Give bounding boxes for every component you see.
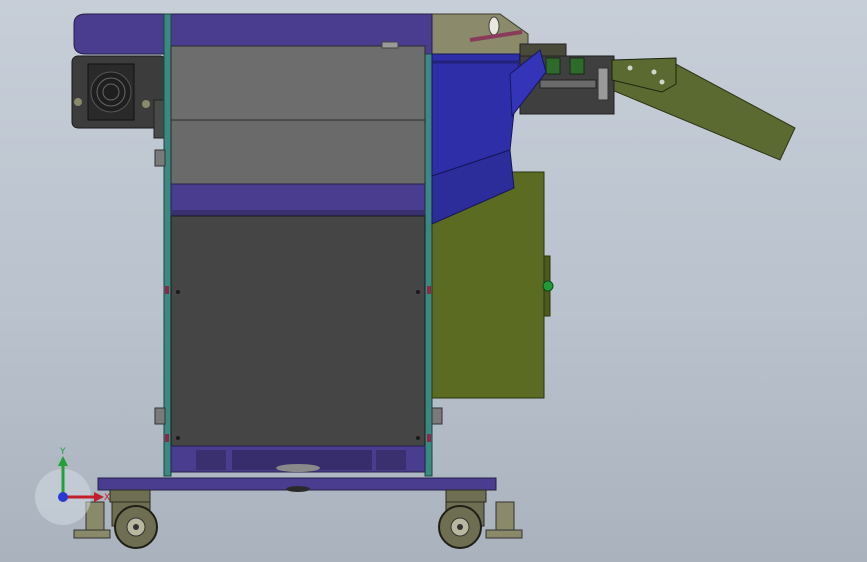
- middle-grey-panel: [170, 119, 426, 185]
- caster-wheel-left: [109, 489, 158, 549]
- frame-post-right: [424, 53, 433, 477]
- leveling-foot-right: [485, 501, 523, 539]
- fan-housing: [71, 55, 167, 139]
- caster-wheel-right: [438, 489, 487, 549]
- cad-viewport[interactable]: Y X: [0, 0, 867, 562]
- machine-model-drawing[interactable]: Y X: [0, 0, 867, 562]
- lower-dark-panel: [170, 215, 426, 447]
- triad-y-label: Y: [59, 447, 66, 457]
- triad-z-axis: [58, 492, 68, 502]
- frame-post-left: [163, 13, 172, 477]
- upper-grey-panel: [170, 45, 426, 121]
- bottom-housing: [170, 445, 426, 473]
- triad-x-label: X: [104, 493, 110, 503]
